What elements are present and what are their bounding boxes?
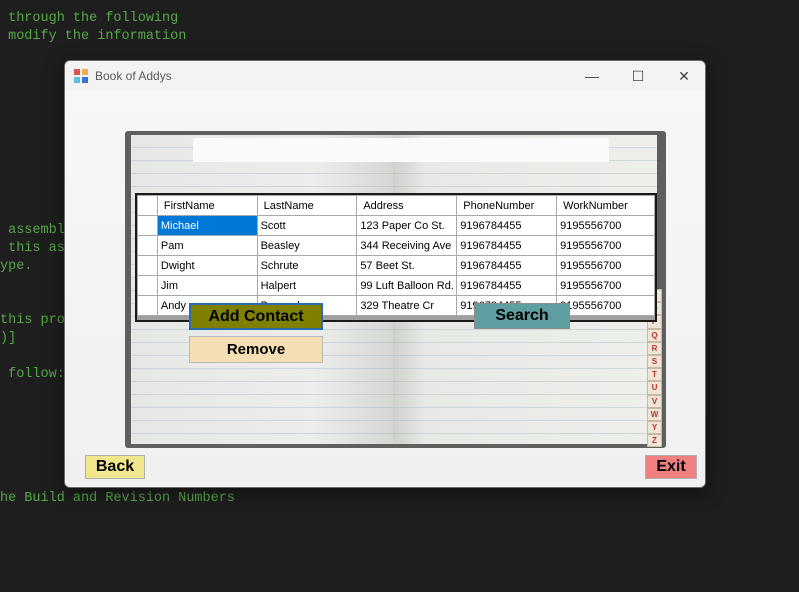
maximize-button[interactable]: ☐ [615,61,661,91]
code-line: he Build and Revision Numbers [0,491,235,506]
table-row[interactable]: Michael Scott 123 Paper Co St. 919678445… [137,215,655,236]
code-line: modify the information [0,29,187,44]
app-icon [74,69,88,83]
row-header-corner [137,195,158,216]
code-line: this as [0,241,65,256]
table-cell[interactable]: 99 Luft Balloon Rd. [356,275,458,296]
column-header-firstname[interactable]: FirstName [156,195,258,216]
minimize-icon: — [585,68,599,84]
table-cell[interactable]: 57 Beet St. [356,255,458,276]
column-header-worknumber[interactable]: WorkNumber [556,195,655,216]
back-button[interactable]: Back [85,455,145,479]
minimize-button[interactable]: — [569,61,615,91]
search-button[interactable]: Search [474,303,570,329]
table-cell[interactable]: 9195556700 [556,215,655,236]
code-line: follow: [0,367,65,382]
table-cell[interactable]: Halpert [256,275,358,296]
alphabet-tab: W [647,407,662,421]
column-header-lastname[interactable]: LastName [256,195,358,216]
table-cell[interactable]: 9196784455 [456,255,558,276]
table-row[interactable]: Dwight Schrute 57 Beet St. 9196784455 91… [137,255,655,276]
row-header[interactable] [137,235,158,256]
row-header[interactable] [137,295,158,316]
table-cell[interactable]: Schrute [256,255,358,276]
row-header[interactable] [137,275,158,296]
close-button[interactable]: ✕ [661,61,705,91]
alphabet-tab: Q [647,328,662,342]
table-cell[interactable]: 123 Paper Co St. [356,215,458,236]
app-window: Book of Addys — ☐ ✕ N O P Q R S T U V W … [64,60,706,488]
table-cell[interactable]: Beasley [256,235,358,256]
table-cell[interactable]: Dwight [156,255,258,276]
close-icon: ✕ [678,67,690,84]
alphabet-tab: U [647,381,662,395]
title-bar[interactable]: Book of Addys — ☐ ✕ [65,61,705,91]
exit-button[interactable]: Exit [645,455,697,479]
table-cell[interactable]: 344 Receiving Ave [356,235,458,256]
code-line: ype. [0,259,33,274]
code-line: )] [0,331,17,346]
table-cell[interactable]: 9195556700 [556,235,655,256]
table-cell[interactable]: Michael [156,215,258,236]
column-header-address[interactable]: Address [356,195,458,216]
code-line: through the following [0,11,179,26]
table-cell[interactable]: Scott [256,215,358,236]
table-cell[interactable]: 9196784455 [456,275,558,296]
code-line: this pro [0,313,65,328]
alphabet-tab: Z [647,434,662,448]
alphabet-tab: S [647,354,662,369]
column-header-phonenumber[interactable]: PhoneNumber [456,195,558,216]
header-row: FirstName LastName Address PhoneNumber W… [137,195,655,216]
alphabet-tab: T [647,368,662,382]
table-row[interactable]: Pam Beasley 344 Receiving Ave 9196784455… [137,235,655,256]
alphabet-tab: V [647,394,662,408]
table-cell[interactable]: 329 Theatre Cr [356,295,458,316]
row-header[interactable] [137,255,158,276]
table-cell[interactable]: 9195556700 [556,295,655,316]
table-cell[interactable]: Jim [156,275,258,296]
window-title: Book of Addys [95,69,172,83]
contacts-table: FirstName LastName Address PhoneNumber W… [137,195,655,316]
remove-button[interactable]: Remove [189,336,323,363]
table-cell[interactable]: 9195556700 [556,275,655,296]
table-cell[interactable]: Pam [156,235,258,256]
code-line: assembl [0,223,65,238]
add-contact-button[interactable]: Add Contact [189,303,323,330]
table-row[interactable]: Jim Halpert 99 Luft Balloon Rd. 91967844… [137,275,655,296]
table-cell[interactable]: 9196784455 [456,215,558,236]
table-cell[interactable]: 9196784455 [456,235,558,256]
maximize-icon: ☐ [631,67,645,84]
row-header[interactable] [137,215,158,236]
table-cell[interactable]: 9195556700 [556,255,655,276]
alphabet-tab: R [647,341,662,355]
book-header-strip [193,138,609,162]
alphabet-tab: Y [647,420,662,435]
